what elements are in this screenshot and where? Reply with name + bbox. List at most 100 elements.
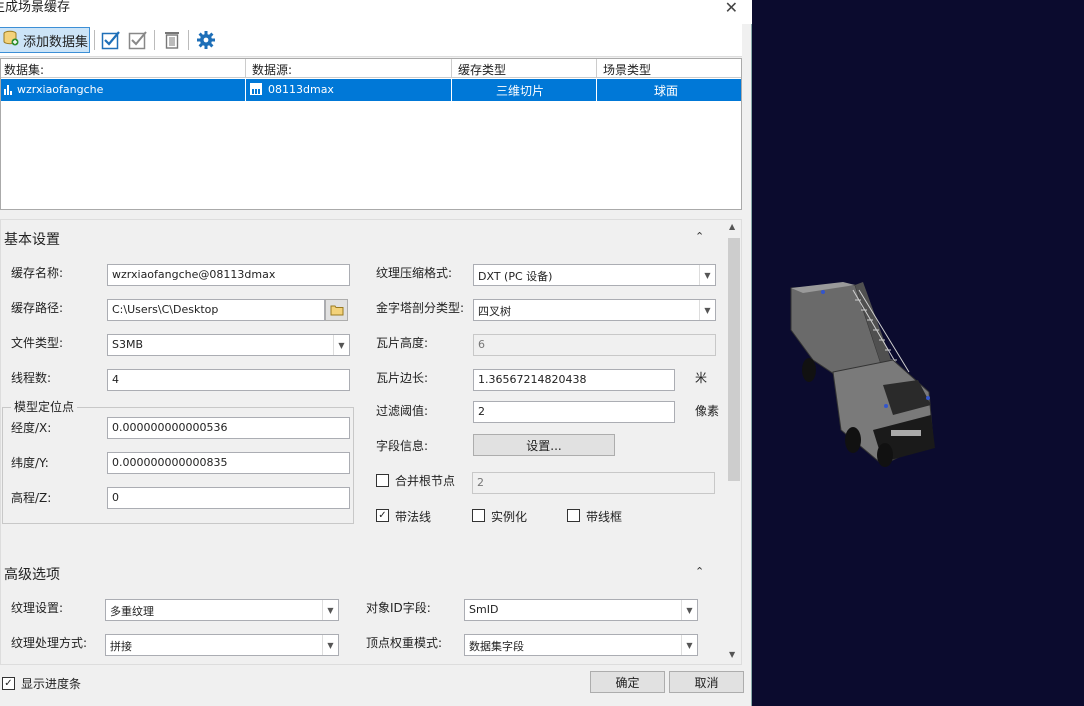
table-header: 数据集: 数据源: 缓存类型 场景类型 bbox=[1, 59, 741, 78]
file-type-value: S3MB bbox=[112, 338, 144, 351]
file-type-label: 文件类型: bbox=[11, 336, 64, 350]
tile-height-label: 瓦片高度: bbox=[376, 336, 429, 350]
chevron-down-icon[interactable]: ▼ bbox=[333, 335, 349, 355]
file-type-select[interactable]: S3MB ▼ bbox=[107, 334, 350, 356]
toolbar-separator bbox=[188, 30, 189, 50]
elevation-label: 高程/Z: bbox=[11, 491, 52, 505]
toolbar-separator bbox=[94, 30, 95, 50]
dialog-title: 生成场景缓存 bbox=[0, 0, 71, 15]
texture-setting-label: 纹理设置: bbox=[11, 601, 64, 615]
cell-dataset: wzrxiaofangche bbox=[17, 83, 104, 96]
tile-side-input[interactable]: 1.36567214820438 bbox=[473, 369, 675, 391]
close-icon[interactable]: ✕ bbox=[725, 0, 738, 17]
column-header-datasource[interactable]: 数据源: bbox=[252, 61, 292, 78]
delete-icon[interactable] bbox=[161, 29, 183, 51]
vertex-weight-label: 顶点权重模式: bbox=[366, 636, 443, 650]
toolbar-separator bbox=[154, 30, 155, 50]
object-id-label: 对象ID字段: bbox=[366, 601, 431, 615]
cache-name-input[interactable]: wzrxiaofangche@08113dmax bbox=[107, 264, 350, 286]
advanced-options-title: 高级选项 bbox=[4, 567, 60, 583]
datasource-icon bbox=[249, 82, 263, 99]
instance-label: 实例化 bbox=[491, 510, 528, 524]
cache-path-label: 缓存路径: bbox=[11, 301, 64, 315]
pyramid-type-label: 金字塔剖分类型: bbox=[376, 301, 465, 315]
chevron-down-icon[interactable]: ▼ bbox=[322, 635, 338, 655]
cell-scene-type: 球面 bbox=[654, 84, 679, 98]
chevron-down-icon[interactable]: ▼ bbox=[699, 300, 715, 320]
uncheck-all-icon[interactable] bbox=[127, 29, 149, 51]
dataset-table: 数据集: 数据源: 缓存类型 场景类型 wzrxiaofangche 08113… bbox=[0, 58, 742, 210]
texture-compress-value: DXT (PC 设备) bbox=[478, 270, 553, 283]
cache-path-input[interactable]: C:\Users\C\Desktop bbox=[107, 299, 325, 321]
object-id-select[interactable]: SmID ▼ bbox=[464, 599, 698, 621]
threads-input[interactable]: 4 bbox=[107, 369, 350, 391]
show-progress-checkbox[interactable]: ✓ bbox=[2, 677, 15, 690]
cache-name-label: 缓存名称: bbox=[11, 266, 64, 280]
filter-threshold-label: 过滤阈值: bbox=[376, 404, 429, 418]
browse-folder-button[interactable] bbox=[325, 299, 348, 321]
panel-scrollbar[interactable]: ▲ ▼ bbox=[726, 220, 741, 664]
latitude-label: 纬度/Y: bbox=[11, 456, 49, 470]
texture-setting-value: 多重纹理 bbox=[110, 605, 154, 618]
merge-root-input: 2 bbox=[472, 472, 715, 494]
vertex-weight-select[interactable]: 数据集字段 ▼ bbox=[464, 634, 698, 656]
chevron-down-icon[interactable]: ▼ bbox=[699, 265, 715, 285]
texture-setting-select[interactable]: 多重纹理 ▼ bbox=[105, 599, 339, 621]
settings-icon[interactable] bbox=[195, 29, 217, 51]
settings-panel: 基本设置 ⌃ 缓存名称: wzrxiaofangche@08113dmax 缓存… bbox=[0, 219, 742, 665]
cell-datasource: 08113dmax bbox=[268, 83, 334, 96]
object-id-value: SmID bbox=[469, 603, 499, 616]
filter-threshold-input[interactable]: 2 bbox=[473, 401, 675, 423]
pyramid-type-select[interactable]: 四叉树 ▼ bbox=[473, 299, 716, 321]
database-icon bbox=[3, 30, 19, 50]
pyramid-type-value: 四叉树 bbox=[478, 305, 511, 318]
tile-height-input: 6 bbox=[473, 334, 716, 356]
texture-compress-select[interactable]: DXT (PC 设备) ▼ bbox=[473, 264, 716, 286]
texture-compress-label: 纹理压缩格式: bbox=[376, 266, 453, 280]
generate-scene-cache-dialog: 生成场景缓存 ✕ 添加数据集 bbox=[0, 0, 752, 706]
scene-viewport[interactable] bbox=[753, 0, 1084, 706]
merge-root-checkbox[interactable] bbox=[376, 474, 389, 487]
column-header-cache-type[interactable]: 缓存类型 bbox=[458, 61, 506, 78]
field-info-settings-button[interactable]: 设置... bbox=[473, 434, 615, 456]
folder-icon bbox=[330, 305, 343, 316]
check-all-icon[interactable] bbox=[100, 29, 122, 51]
column-header-dataset[interactable]: 数据集: bbox=[4, 61, 44, 78]
table-row[interactable]: wzrxiaofangche 08113dmax 三维切片 球面 bbox=[1, 79, 741, 101]
model-dataset-icon bbox=[3, 82, 15, 99]
longitude-input[interactable]: 0.000000000000536 bbox=[107, 417, 350, 439]
show-progress-label: 显示进度条 bbox=[21, 677, 82, 691]
chevron-down-icon[interactable]: ▼ bbox=[322, 600, 338, 620]
ok-button[interactable]: 确定 bbox=[590, 671, 665, 693]
collapse-basic-icon[interactable]: ⌃ bbox=[695, 230, 704, 243]
filter-threshold-unit: 像素 bbox=[695, 404, 720, 418]
cell-cache-type: 三维切片 bbox=[496, 84, 545, 98]
merge-root-label: 合并根节点 bbox=[395, 474, 456, 488]
wireframe-checkbox[interactable] bbox=[567, 509, 580, 522]
wireframe-label: 带线框 bbox=[586, 510, 623, 524]
texture-process-value: 拼接 bbox=[110, 640, 132, 653]
collapse-advanced-icon[interactable]: ⌃ bbox=[695, 565, 704, 578]
scroll-up-icon[interactable]: ▲ bbox=[729, 222, 735, 231]
scroll-down-icon[interactable]: ▼ bbox=[729, 650, 735, 659]
field-info-label: 字段信息: bbox=[376, 439, 429, 453]
threads-label: 线程数: bbox=[11, 371, 52, 385]
add-dataset-button[interactable]: 添加数据集 bbox=[0, 27, 90, 53]
basic-settings-title: 基本设置 bbox=[4, 232, 60, 248]
chevron-down-icon[interactable]: ▼ bbox=[681, 600, 697, 620]
normal-checkbox[interactable]: ✓ bbox=[376, 509, 389, 522]
texture-process-select[interactable]: 拼接 ▼ bbox=[105, 634, 339, 656]
toolbar: 添加数据集 bbox=[0, 24, 742, 57]
scrollbar-thumb[interactable] bbox=[728, 238, 740, 481]
chevron-down-icon[interactable]: ▼ bbox=[681, 635, 697, 655]
longitude-label: 经度/X: bbox=[11, 421, 52, 435]
vertex-weight-value: 数据集字段 bbox=[469, 640, 524, 653]
column-header-scene-type[interactable]: 场景类型 bbox=[603, 61, 651, 78]
model-position-label: 模型定位点 bbox=[11, 398, 78, 415]
latitude-input[interactable]: 0.000000000000835 bbox=[107, 452, 350, 474]
fire-truck-model bbox=[790, 282, 935, 467]
elevation-input[interactable]: 0 bbox=[107, 487, 350, 509]
cancel-button[interactable]: 取消 bbox=[669, 671, 744, 693]
instance-checkbox[interactable] bbox=[472, 509, 485, 522]
title-bar: 生成场景缓存 ✕ bbox=[0, 0, 752, 24]
